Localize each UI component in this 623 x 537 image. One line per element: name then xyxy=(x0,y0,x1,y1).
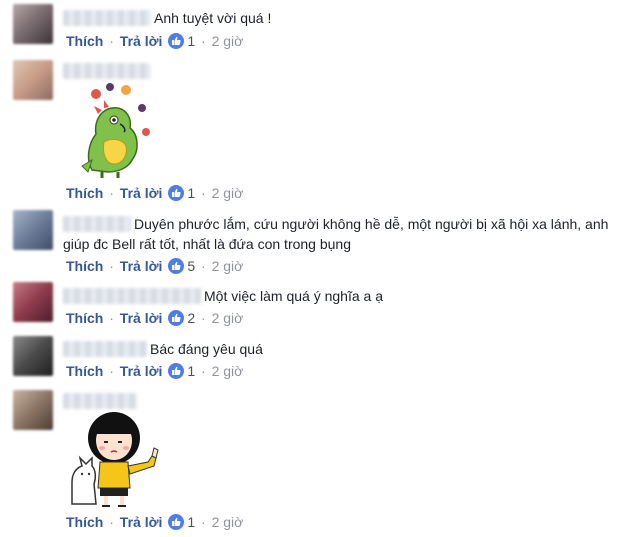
like-link[interactable]: Thích xyxy=(66,258,103,274)
comment: Bác đáng yêu quá Thích · Trả lời 1 · 2 g… xyxy=(0,334,623,386)
reaction-count: 1 xyxy=(187,514,196,530)
reaction-count: 1 xyxy=(187,185,196,201)
reply-link[interactable]: Trả lời xyxy=(120,363,163,379)
comment-actions: Thích · Trả lời 2 · 2 giờ xyxy=(66,309,243,327)
separator: · xyxy=(201,185,206,201)
reply-link[interactable]: Trả lời xyxy=(120,258,163,274)
commenter-name[interactable] xyxy=(63,393,137,409)
timestamp[interactable]: 2 giờ xyxy=(212,258,244,274)
comment-text: Anh tuyệt vời quá ! xyxy=(154,10,272,26)
like-link[interactable]: Thích xyxy=(66,310,103,326)
like-reaction-icon[interactable] xyxy=(168,185,185,201)
like-link[interactable]: Thích xyxy=(66,33,103,49)
commenter-name[interactable] xyxy=(63,216,131,232)
reaction-count: 1 xyxy=(187,33,196,49)
comment-text: Bác đáng yêu quá xyxy=(150,341,263,357)
comment-text: Duyên phước lắm, cứu người không hề dễ, … xyxy=(63,216,609,252)
girl-thumbs-up-sticker xyxy=(68,408,170,508)
like-link[interactable]: Thích xyxy=(66,185,103,201)
avatar[interactable] xyxy=(13,390,53,430)
timestamp[interactable]: 2 giờ xyxy=(212,363,244,379)
comment: Duyên phước lắm, cứu người không hề dễ, … xyxy=(0,204,623,280)
separator: · xyxy=(201,258,206,274)
like-reaction-icon[interactable] xyxy=(168,258,185,274)
comment: Thích · Trả lời 1 · 2 giờ xyxy=(0,58,623,204)
separator: · xyxy=(201,310,206,326)
reply-link[interactable]: Trả lời xyxy=(120,33,163,49)
avatar[interactable] xyxy=(13,210,53,250)
timestamp[interactable]: 2 giờ xyxy=(212,514,244,530)
timestamp[interactable]: 2 giờ xyxy=(212,185,244,201)
reaction-count: 2 xyxy=(187,310,196,326)
dinosaur-juggling-sticker xyxy=(74,82,156,180)
reaction-count: 5 xyxy=(187,258,196,274)
reply-link[interactable]: Trả lời xyxy=(120,310,163,326)
comment-actions: Thích · Trả lời 1 · 2 giờ xyxy=(66,32,243,50)
reply-link[interactable]: Trả lời xyxy=(120,185,163,201)
separator: · xyxy=(109,33,114,49)
commenter-name[interactable] xyxy=(63,341,147,357)
like-reaction-icon[interactable] xyxy=(168,363,185,379)
comment-actions: Thích · Trả lời 1 · 2 giờ xyxy=(66,184,243,202)
like-reaction-icon[interactable] xyxy=(168,33,185,49)
avatar[interactable] xyxy=(13,282,53,322)
reply-link[interactable]: Trả lời xyxy=(120,514,163,530)
separator: · xyxy=(109,310,114,326)
comment: Anh tuyệt vời quá ! Thích · Trả lời 1 · … xyxy=(0,0,623,58)
separator: · xyxy=(201,363,206,379)
like-reaction-icon[interactable] xyxy=(168,514,185,530)
comment-text: Một việc làm quá ý nghĩa a ạ xyxy=(204,288,383,304)
separator: · xyxy=(109,363,114,379)
timestamp[interactable]: 2 giờ xyxy=(212,310,244,326)
separator: · xyxy=(109,514,114,530)
commenter-name[interactable] xyxy=(63,288,201,304)
commenter-name[interactable] xyxy=(63,63,151,79)
comment-actions: Thích · Trả lời 1 · 2 giờ xyxy=(66,362,243,380)
avatar[interactable] xyxy=(13,4,53,44)
comment-actions: Thích · Trả lời 5 · 2 giờ xyxy=(66,257,243,275)
commenter-name[interactable] xyxy=(63,10,151,26)
separator: · xyxy=(109,258,114,274)
timestamp[interactable]: 2 giờ xyxy=(212,33,244,49)
separator: · xyxy=(201,514,206,530)
like-link[interactable]: Thích xyxy=(66,514,103,530)
comment-actions: Thích · Trả lời 1 · 2 giờ xyxy=(66,513,243,531)
like-link[interactable]: Thích xyxy=(66,363,103,379)
avatar[interactable] xyxy=(13,60,53,100)
separator: · xyxy=(201,33,206,49)
separator: · xyxy=(109,185,114,201)
comment: Thích · Trả lời 1 · 2 giờ xyxy=(0,386,623,537)
avatar[interactable] xyxy=(13,336,53,376)
comment: Một việc làm quá ý nghĩa a ạ Thích · Trả… xyxy=(0,280,623,334)
reaction-count: 1 xyxy=(187,363,196,379)
like-reaction-icon[interactable] xyxy=(168,310,185,326)
